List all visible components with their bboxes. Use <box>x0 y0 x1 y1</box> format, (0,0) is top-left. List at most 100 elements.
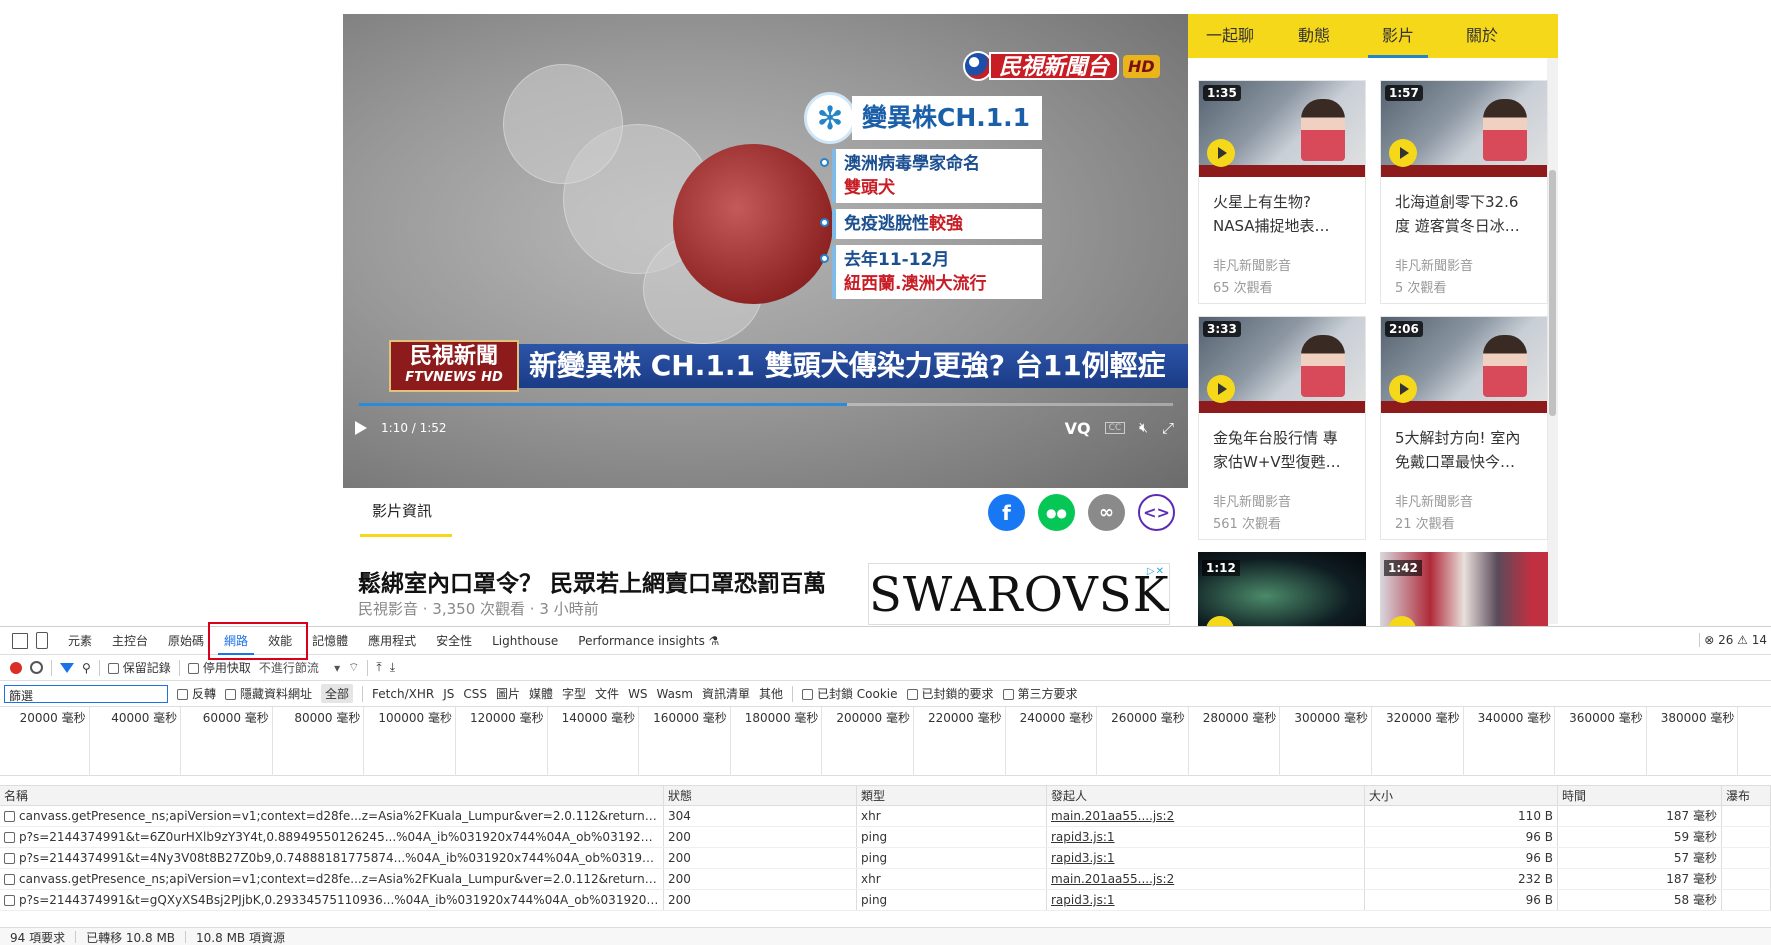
cell-name: canvass.getPresence_ns;apiVersion=v1;con… <box>0 869 664 889</box>
video-card-title[interactable]: 北海道創零下32.6度 遊客賞冬日冰… <box>1381 177 1547 251</box>
table-row[interactable]: p?s=2144374991&t=4Ny3V08t8B27Z0b9,0.7488… <box>0 848 1771 869</box>
type-filter[interactable]: 資訊清單 <box>702 685 750 702</box>
type-filter[interactable]: 字型 <box>562 685 586 702</box>
cell-initiator[interactable]: main.201aa55....js:2 <box>1047 806 1365 826</box>
invert-checkbox[interactable]: 反轉 <box>177 685 216 702</box>
play-icon[interactable] <box>1207 139 1235 167</box>
video-card-title[interactable]: 5大解封方向! 室內免戴口罩最快今… <box>1381 413 1547 487</box>
tab-lighthouse[interactable]: Lighthouse <box>482 627 568 655</box>
type-filter[interactable]: CSS <box>463 687 487 701</box>
video-card-title[interactable]: 火星上有生物? NASA捕捉地表… <box>1199 177 1365 251</box>
facebook-icon[interactable]: f <box>988 494 1025 531</box>
type-filter[interactable]: 文件 <box>595 685 619 702</box>
tab-chat[interactable]: 一起聊 <box>1188 14 1272 58</box>
type-filter[interactable]: JS <box>443 687 454 701</box>
column-header[interactable]: 大小 <box>1365 786 1558 805</box>
throttle-select[interactable]: 不進行節流 ▾ <box>259 659 340 676</box>
line-icon[interactable]: ●● <box>1038 494 1075 531</box>
tab-security[interactable]: 安全性 <box>426 627 482 655</box>
type-filter[interactable]: Wasm <box>657 687 693 701</box>
row-checkbox[interactable] <box>4 874 15 885</box>
play-icon[interactable] <box>1207 375 1235 403</box>
row-checkbox[interactable] <box>4 853 15 864</box>
tab-console[interactable]: 主控台 <box>102 627 158 655</box>
video-player[interactable]: 民視新聞台 HD ✻ 變異株CH.1.1 澳洲病毒學家命名 雙頭犬 免疫逃脫性較強… <box>343 14 1188 488</box>
column-header[interactable]: 類型 <box>857 786 1047 805</box>
ad-banner[interactable]: SWAROVSKI ▷✕ <box>868 563 1170 625</box>
video-card[interactable]: 1:35 火星上有生物? NASA捕捉地表… 非凡新聞影音 65 次觀看 <box>1198 80 1366 304</box>
third-party-checkbox[interactable]: 第三方要求 <box>1002 685 1078 702</box>
tab-video-info[interactable]: 影片資訊 <box>372 500 432 521</box>
video-card[interactable]: 1:57 北海道創零下32.6度 遊客賞冬日冰… 非凡新聞影音 5 次觀看 <box>1380 80 1548 304</box>
type-filter[interactable]: 媒體 <box>529 685 553 702</box>
clear-icon[interactable] <box>30 661 43 674</box>
type-filter[interactable]: Fetch/XHR <box>372 687 434 701</box>
captions-icon[interactable]: CC <box>1104 422 1126 434</box>
play-icon[interactable] <box>1389 139 1417 167</box>
device-toolbar-icon[interactable] <box>36 632 48 649</box>
fullscreen-icon[interactable]: ⤢ <box>1162 419 1174 437</box>
adchoices-icon[interactable]: ▷✕ <box>1147 566 1165 578</box>
column-header[interactable]: 發起人 <box>1047 786 1365 805</box>
type-filter[interactable]: 其他 <box>759 685 783 702</box>
video-card-title[interactable]: 金兔年台股行情 專家估W+V型復甦… <box>1199 413 1365 487</box>
record-icon[interactable] <box>10 661 22 674</box>
cell-status: 304 <box>664 806 857 826</box>
table-row[interactable]: p?s=2144374991&t=gQXyXS4Bsj2PJjbK,0.2933… <box>0 890 1771 911</box>
search-icon[interactable]: ⚲ <box>82 661 91 675</box>
video-card[interactable]: 2:06 5大解封方向! 室內免戴口罩最快今… 非凡新聞影音 21 次觀看 <box>1380 316 1548 540</box>
tab-elements[interactable]: 元素 <box>58 627 102 655</box>
video-card[interactable]: 1:42 <box>1380 552 1548 632</box>
vq-button[interactable]: VQ <box>1065 419 1091 438</box>
table-row[interactable]: canvass.getPresence_ns;apiVersion=v1;con… <box>0 806 1771 827</box>
tab-performance-insights[interactable]: Performance insights ⚗ <box>568 627 729 655</box>
scrollbar-thumb[interactable] <box>1549 170 1556 416</box>
embed-icon[interactable]: <> <box>1138 494 1175 531</box>
video-thumbnail: 1:42 <box>1380 552 1548 632</box>
row-checkbox[interactable] <box>4 895 15 906</box>
filter-input[interactable]: 篩選 <box>4 684 168 703</box>
video-card[interactable]: 3:33 金兔年台股行情 專家估W+V型復甦… 非凡新聞影音 561 次觀看 <box>1198 316 1366 540</box>
video-progress-bar[interactable] <box>359 403 1173 406</box>
cell-initiator[interactable]: main.201aa55....js:2 <box>1047 869 1365 889</box>
blocked-cookies-checkbox[interactable]: 已封鎖 Cookie <box>801 685 898 702</box>
export-icon[interactable]: ⤓ <box>390 660 395 675</box>
link-icon[interactable]: ∞ <box>1088 494 1125 531</box>
filter-icon[interactable] <box>60 662 74 673</box>
tab-activity[interactable]: 動態 <box>1272 14 1356 58</box>
cell-initiator[interactable]: rapid3.js:1 <box>1047 827 1365 847</box>
row-checkbox[interactable] <box>4 811 15 822</box>
network-overview-timeline[interactable]: 20000 毫秒 40000 毫秒 60000 毫秒 80000 毫秒 100000 毫… <box>0 707 1771 776</box>
column-header[interactable]: 瀑布 <box>1722 786 1771 805</box>
network-tab-highlight <box>208 622 308 660</box>
tab-sources[interactable]: 原始碼 <box>158 627 214 655</box>
type-filter-all[interactable]: 全部 <box>321 684 354 703</box>
play-icon[interactable] <box>1389 375 1417 403</box>
type-filter[interactable]: 圖片 <box>496 685 520 702</box>
tab-application[interactable]: 應用程式 <box>358 627 426 655</box>
play-icon[interactable] <box>355 421 367 435</box>
tab-videos[interactable]: 影片 <box>1356 14 1440 58</box>
mute-icon[interactable]: 🔇︎ <box>1139 420 1148 436</box>
preserve-log-checkbox[interactable]: 保留記錄 <box>107 659 171 676</box>
cell-initiator[interactable]: rapid3.js:1 <box>1047 890 1365 910</box>
sidebar-scrollbar[interactable] <box>1547 58 1558 624</box>
cell-initiator[interactable]: rapid3.js:1 <box>1047 848 1365 868</box>
table-row[interactable]: canvass.getPresence_ns;apiVersion=v1;con… <box>0 869 1771 890</box>
type-filter[interactable]: WS <box>628 687 647 701</box>
error-warning-counter[interactable]: ⊗ 26 ⚠ 14 <box>1699 633 1771 647</box>
blocked-requests-checkbox[interactable]: 已封鎖的要求 <box>906 685 994 702</box>
import-icon[interactable]: ⤒ <box>376 660 381 675</box>
row-checkbox[interactable] <box>4 832 15 843</box>
hide-data-urls-checkbox[interactable]: 隱藏資料網址 <box>225 685 312 702</box>
table-row[interactable]: p?s=2144374991&t=6Z0urHXlb9zY3Y4t,0.8894… <box>0 827 1771 848</box>
disable-cache-checkbox[interactable]: 停用快取 <box>187 659 251 676</box>
tab-memory[interactable]: 記憶體 <box>302 627 358 655</box>
wifi-icon[interactable]: ⌔ <box>348 660 359 675</box>
column-header[interactable]: 名稱 <box>0 786 664 805</box>
column-header[interactable]: 時間 <box>1558 786 1722 805</box>
video-card[interactable]: 1:12 <box>1198 552 1366 632</box>
inspect-icon[interactable] <box>12 632 28 649</box>
column-header[interactable]: 狀態 <box>664 786 857 805</box>
tab-about[interactable]: 關於 <box>1440 14 1524 58</box>
